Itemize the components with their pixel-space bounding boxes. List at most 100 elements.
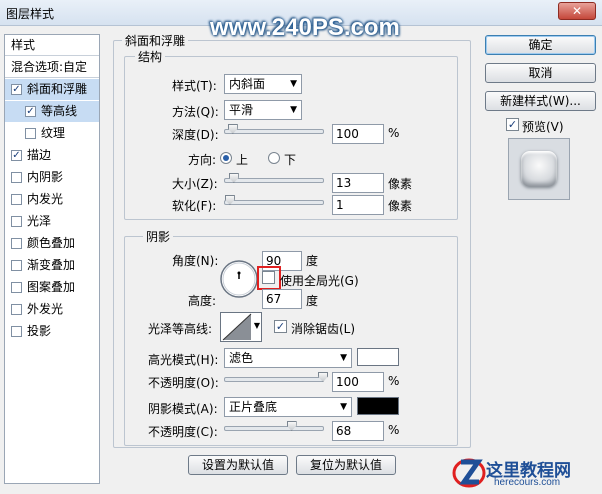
style-item-checkbox[interactable] <box>11 326 22 337</box>
styles-list: 样式 混合选项:自定 ✓ 斜面和浮雕 ✓ 等高线纹理 ✓ 描边内阴影内发光光泽颜色叠加渐变… <box>4 34 100 484</box>
style-label: 样式(T): <box>172 79 217 93</box>
new-style-button[interactable]: 新建样式(W)... <box>485 91 596 111</box>
window-title: 图层样式 <box>6 7 55 21</box>
soften-slider[interactable] <box>224 195 324 205</box>
reset-default-button[interactable]: 复位为默认值 <box>296 455 396 475</box>
size-unit: 像素 <box>388 177 413 191</box>
style-item-checkbox[interactable]: ✓ <box>11 150 22 161</box>
style-item-checkbox[interactable] <box>11 282 22 293</box>
global-light-label: 使用全局光(G) <box>280 274 359 288</box>
cancel-button[interactable]: 取消 <box>485 63 596 83</box>
altitude-unit: 度 <box>306 294 319 308</box>
close-button[interactable]: ✕ <box>558 2 596 20</box>
shadow-opacity-input[interactable]: 68 <box>332 421 384 441</box>
style-item[interactable]: 渐变叠加 <box>5 255 99 276</box>
depth-unit: % <box>388 126 400 140</box>
style-item-checkbox[interactable]: ✓ <box>25 106 36 117</box>
size-slider-handle[interactable] <box>228 173 239 183</box>
style-item[interactable]: 纹理 <box>5 123 99 144</box>
altitude-input[interactable]: 67 <box>262 289 302 309</box>
preview-checkbox[interactable]: ✓ <box>506 118 519 131</box>
site-logo-icon <box>452 458 486 488</box>
bevel-section-title: 斜面和浮雕 <box>122 32 189 49</box>
antialias-label: 消除锯齿(L) <box>291 322 356 336</box>
global-light-checkbox[interactable] <box>262 271 275 284</box>
style-item[interactable]: 投影 <box>5 321 99 342</box>
shadow-opacity-label: 不透明度(C): <box>148 425 218 439</box>
style-preview-thumbnail <box>508 138 570 200</box>
style-item[interactable]: 外发光 <box>5 299 99 320</box>
style-item-label: 图案叠加 <box>27 280 76 294</box>
shadow-opacity-handle[interactable] <box>286 421 297 431</box>
chevron-down-icon: ▼ <box>340 402 347 412</box>
direction-up-radio[interactable] <box>220 152 232 164</box>
highlight-opacity-input[interactable]: 100 <box>332 372 384 392</box>
soften-input[interactable]: 1 <box>332 195 384 215</box>
size-input[interactable]: 13 <box>332 173 384 193</box>
style-item[interactable]: ✓ 描边 <box>5 145 99 166</box>
ok-button[interactable]: 确定 <box>485 35 596 55</box>
depth-input[interactable]: 100 <box>332 124 384 144</box>
style-item[interactable]: 光泽 <box>5 211 99 232</box>
highlight-opacity-label: 不透明度(O): <box>148 376 219 390</box>
styles-header[interactable]: 样式 <box>5 35 99 56</box>
highlight-mode-select[interactable]: 滤色 ▼ <box>224 348 352 368</box>
style-item-checkbox[interactable]: ✓ <box>11 84 22 95</box>
shadow-opacity-slider[interactable] <box>224 421 324 431</box>
style-value: 内斜面 <box>229 77 266 91</box>
gloss-contour-label: 光泽等高线: <box>148 322 213 336</box>
style-item-checkbox[interactable] <box>11 172 22 183</box>
highlight-color-swatch[interactable] <box>357 348 399 366</box>
style-item-label: 描边 <box>27 148 52 162</box>
depth-label: 深度(D): <box>172 128 219 142</box>
gloss-contour-picker[interactable]: ▼ <box>220 312 262 342</box>
chevron-down-icon: ▼ <box>290 79 297 89</box>
technique-select[interactable]: 平滑 ▼ <box>224 100 302 120</box>
site-logo-url: herecours.com <box>494 477 561 488</box>
preview-shape <box>521 151 557 187</box>
shadow-mode-select[interactable]: 正片叠底 ▼ <box>224 397 352 417</box>
style-item[interactable]: 内发光 <box>5 189 99 210</box>
soften-slider-handle[interactable] <box>224 195 235 205</box>
style-item-checkbox[interactable] <box>11 194 22 205</box>
style-item-checkbox[interactable] <box>11 260 22 271</box>
technique-label: 方法(Q): <box>172 105 219 119</box>
style-item-checkbox[interactable] <box>11 216 22 227</box>
style-item-label: 斜面和浮雕 <box>27 82 88 96</box>
altitude-label: 高度: <box>188 294 217 308</box>
style-item-label: 等高线 <box>41 104 78 118</box>
direction-up-label: 上 <box>236 153 249 167</box>
direction-down-radio[interactable] <box>268 152 280 164</box>
style-item[interactable]: ✓ 斜面和浮雕 <box>5 79 99 100</box>
style-item-checkbox[interactable] <box>25 128 36 139</box>
size-slider[interactable] <box>224 173 324 183</box>
angle-dial[interactable] <box>219 259 259 299</box>
technique-value: 平滑 <box>229 103 254 117</box>
style-item-label: 光泽 <box>27 214 52 228</box>
style-select[interactable]: 内斜面 ▼ <box>224 74 302 94</box>
blend-options-item[interactable]: 混合选项:自定 <box>5 57 99 78</box>
structure-title: 结构 <box>135 48 166 65</box>
style-item-checkbox[interactable] <box>11 304 22 315</box>
shadow-color-swatch[interactable] <box>357 397 399 415</box>
style-item-checkbox[interactable] <box>11 238 22 249</box>
angle-unit: 度 <box>306 254 319 268</box>
highlight-opacity-unit: % <box>388 374 400 388</box>
chevron-down-icon: ▼ <box>340 353 347 363</box>
depth-slider-handle[interactable] <box>227 124 238 134</box>
antialias-checkbox[interactable]: ✓ <box>274 320 287 333</box>
highlight-opacity-slider[interactable] <box>224 372 328 382</box>
chevron-down-icon: ▼ <box>290 105 297 115</box>
style-item-label: 渐变叠加 <box>27 258 76 272</box>
contour-preview-icon <box>222 313 252 341</box>
make-default-button[interactable]: 设置为默认值 <box>188 455 288 475</box>
depth-slider[interactable] <box>224 124 324 134</box>
style-item-label: 内阴影 <box>27 170 64 184</box>
style-item[interactable]: 颜色叠加 <box>5 233 99 254</box>
style-item-label: 颜色叠加 <box>27 236 76 250</box>
watermark: www.240PS.com <box>210 14 400 41</box>
style-item[interactable]: 内阴影 <box>5 167 99 188</box>
style-item[interactable]: ✓ 等高线 <box>5 101 99 122</box>
style-item[interactable]: 图案叠加 <box>5 277 99 298</box>
shadow-opacity-unit: % <box>388 423 400 437</box>
